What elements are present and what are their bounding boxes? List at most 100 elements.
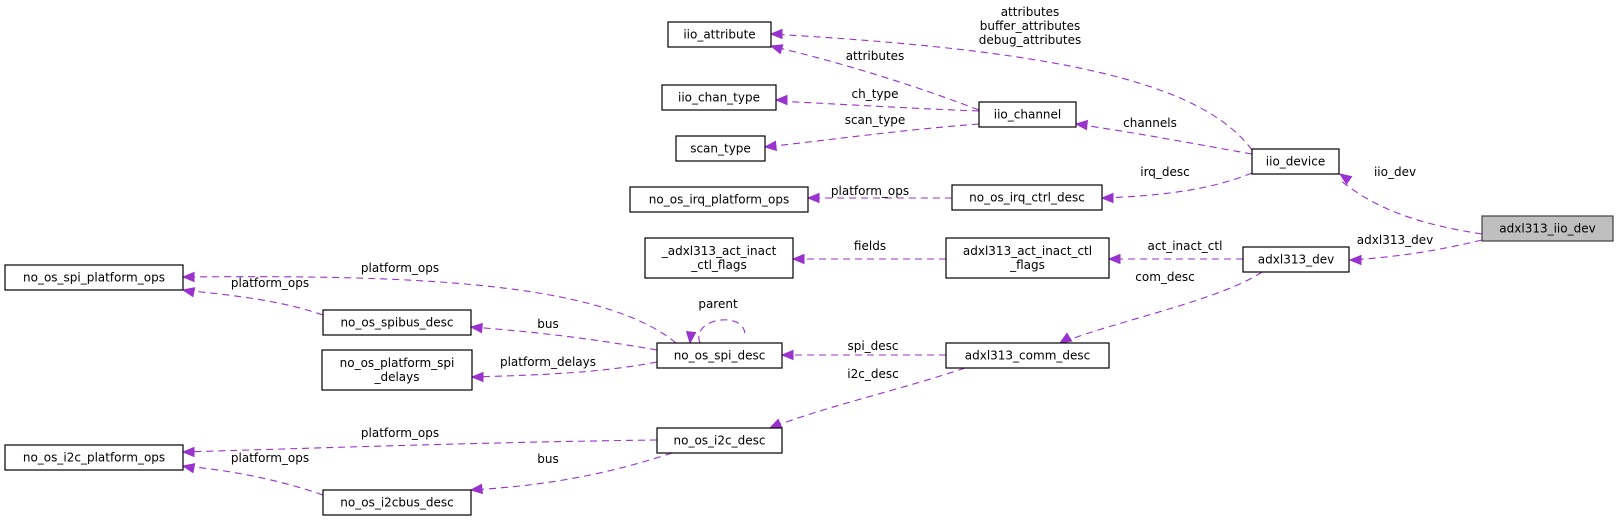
node-adxl313_iio_dev[interactable]: adxl313_iio_dev — [1481, 215, 1614, 242]
arrowhead-icon — [769, 28, 783, 40]
edge-line — [770, 33, 1253, 151]
edge-iio_channel-to-iio_chan_type: ch_type — [774, 87, 980, 112]
edge-no_os_irq_ctrl_desc-to-no_os_irq_platform_ops: platform_ops — [806, 184, 953, 204]
node-iio_chan_type[interactable]: iio_chan_type — [661, 84, 777, 111]
edge-label: platform_ops — [831, 184, 909, 198]
arrowhead-icon — [774, 94, 788, 106]
edge-no_os_spi_desc-to-no_os_spi_desc: parent — [685, 297, 746, 345]
node-no_os_irq_platform_ops[interactable]: no_os_irq_platform_ops — [629, 186, 809, 213]
arrowhead-icon — [769, 44, 784, 55]
node-iio_attribute[interactable]: iio_attribute — [667, 21, 772, 48]
edge-label: platform_ops — [231, 276, 309, 290]
arrowhead-icon — [1107, 253, 1121, 265]
node-label: no_os_irq_platform_ops — [649, 193, 789, 207]
edge-line — [470, 452, 673, 491]
edge-label: debug_attributes — [979, 33, 1081, 47]
node-no_os_i2c_platform_ops[interactable]: no_os_i2c_platform_ops — [4, 444, 184, 471]
arrowhead-icon — [1348, 254, 1362, 266]
node-label: no_os_i2cbus_desc — [340, 496, 453, 510]
node-no_os_spi_platform_ops[interactable]: no_os_spi_platform_ops — [4, 264, 184, 291]
arrowhead-icon — [685, 331, 697, 345]
node-label: iio_channel — [994, 108, 1062, 122]
node-label: no_os_platform_spi — [340, 356, 455, 370]
arrowhead-icon — [780, 349, 794, 361]
edge-label: fields — [854, 239, 886, 253]
arrowhead-icon — [469, 322, 483, 334]
node-label: _flags — [1009, 258, 1045, 272]
edge-label: scan_type — [845, 113, 906, 127]
edge-label: bus — [537, 452, 558, 466]
node-label: scan_type — [690, 142, 751, 156]
edge-no_os_spibus_desc-to-no_os_spi_platform_ops: platform_ops — [181, 276, 324, 316]
arrowhead-icon — [1074, 119, 1088, 131]
node-label: no_os_i2c_desc — [674, 434, 766, 448]
arrowhead-icon — [469, 483, 483, 495]
arrowhead-icon — [181, 446, 195, 458]
node-iio_channel[interactable]: iio_channel — [978, 101, 1077, 128]
edge-label: ch_type — [851, 87, 898, 101]
edge-no_os_spi_desc-to-no_os_platform_spi_delays: platform_delays — [470, 355, 658, 383]
node-no_os_spi_desc[interactable]: no_os_spi_desc — [656, 342, 783, 369]
node-label: no_os_spi_platform_ops — [23, 271, 165, 285]
node-label: _adxl313_act_inact — [661, 244, 777, 258]
edge-line — [182, 465, 324, 496]
edge-adxl313_dev-to-adxl313_act_inact_ctl_flags: act_inact_ctl — [1107, 239, 1243, 265]
node-label: _delays — [373, 370, 419, 384]
edge-label: platform_ops — [361, 261, 439, 275]
edge-no_os_spi_desc-to-no_os_spibus_desc: bus — [469, 317, 658, 351]
edge-line — [1339, 179, 1483, 235]
edge-label: parent — [698, 297, 738, 311]
arrowhead-icon — [791, 253, 805, 265]
edge-label: irq_desc — [1140, 165, 1190, 179]
node-no_os_i2c_desc[interactable]: no_os_i2c_desc — [656, 427, 783, 454]
node-adxl313_dev[interactable]: adxl313_dev — [1242, 246, 1350, 273]
node-label: no_os_spi_desc — [674, 349, 766, 363]
node-scan_type[interactable]: scan_type — [675, 135, 766, 162]
node-no_os_i2cbus_desc[interactable]: no_os_i2cbus_desc — [322, 489, 472, 516]
edge-adxl313_act_inact_ctl_flags-to-_adxl313_act_inact_ctl_flags: fields — [791, 239, 946, 265]
arrowhead-icon — [1338, 173, 1353, 185]
edge-adxl313_comm_desc-to-no_os_spi_desc: spi_desc — [780, 339, 946, 361]
edge-line — [764, 123, 980, 148]
node-label: no_os_spibus_desc — [340, 316, 453, 330]
edge-adxl313_iio_dev-to-iio_device: iio_dev — [1338, 165, 1483, 235]
arrowhead-icon — [181, 287, 196, 298]
edge-label: attributes — [846, 49, 905, 63]
edge-label: bus — [537, 317, 558, 331]
arrowhead-icon — [181, 271, 195, 283]
edge-label: channels — [1123, 116, 1177, 130]
arrowhead-icon — [1058, 332, 1073, 344]
edge-line — [470, 326, 658, 351]
node-no_os_platform_spi_delays[interactable]: no_os_platform_spi_delays — [321, 349, 473, 391]
edge-label: attributes — [1001, 5, 1060, 19]
edge-no_os_i2c_desc-to-no_os_i2cbus_desc: bus — [469, 452, 673, 495]
node-adxl313_act_inact_ctl_flags[interactable]: adxl313_act_inact_ctl_flags — [945, 237, 1110, 279]
edge-adxl313_dev-to-adxl313_comm_desc: com_desc — [1058, 270, 1263, 344]
node-no_os_spibus_desc[interactable]: no_os_spibus_desc — [322, 309, 472, 336]
node-label: adxl313_iio_dev — [1499, 222, 1595, 236]
edge-no_os_i2cbus_desc-to-no_os_i2c_platform_ops: platform_ops — [181, 451, 324, 496]
edge-label: buffer_attributes — [980, 19, 1080, 33]
node-no_os_irq_ctrl_desc[interactable]: no_os_irq_ctrl_desc — [951, 184, 1103, 211]
edge-iio_device-to-iio_attribute: attributesbuffer_attributesdebug_attribu… — [769, 5, 1253, 151]
arrowhead-icon — [806, 192, 820, 204]
node-label: adxl313_act_inact_ctl — [963, 244, 1092, 258]
node-label: adxl313_dev — [1258, 253, 1334, 267]
node-adxl313_comm_desc[interactable]: adxl313_comm_desc — [945, 342, 1110, 369]
node-label: no_os_irq_ctrl_desc — [969, 191, 1085, 205]
node-iio_device[interactable]: iio_device — [1251, 148, 1340, 175]
node-label: iio_attribute — [683, 28, 755, 42]
edge-label: adxl313_dev — [1357, 233, 1433, 247]
arrowhead-icon — [470, 371, 484, 383]
node-label: no_os_i2c_platform_ops — [23, 451, 165, 465]
arrowhead-icon — [1100, 192, 1114, 204]
edge-line — [698, 319, 746, 344]
node-label: adxl313_comm_desc — [965, 349, 1090, 363]
arrowhead-icon — [768, 418, 783, 429]
arrowhead-icon — [763, 140, 777, 152]
edge-label: com_desc — [1135, 270, 1194, 284]
edge-iio_device-to-no_os_irq_ctrl_desc: irq_desc — [1100, 165, 1253, 204]
node-label: iio_device — [1266, 155, 1325, 169]
edge-label: platform_delays — [500, 355, 596, 369]
node-_adxl313_act_inact_ctl_flags[interactable]: _adxl313_act_inact_ctl_flags — [644, 237, 794, 279]
